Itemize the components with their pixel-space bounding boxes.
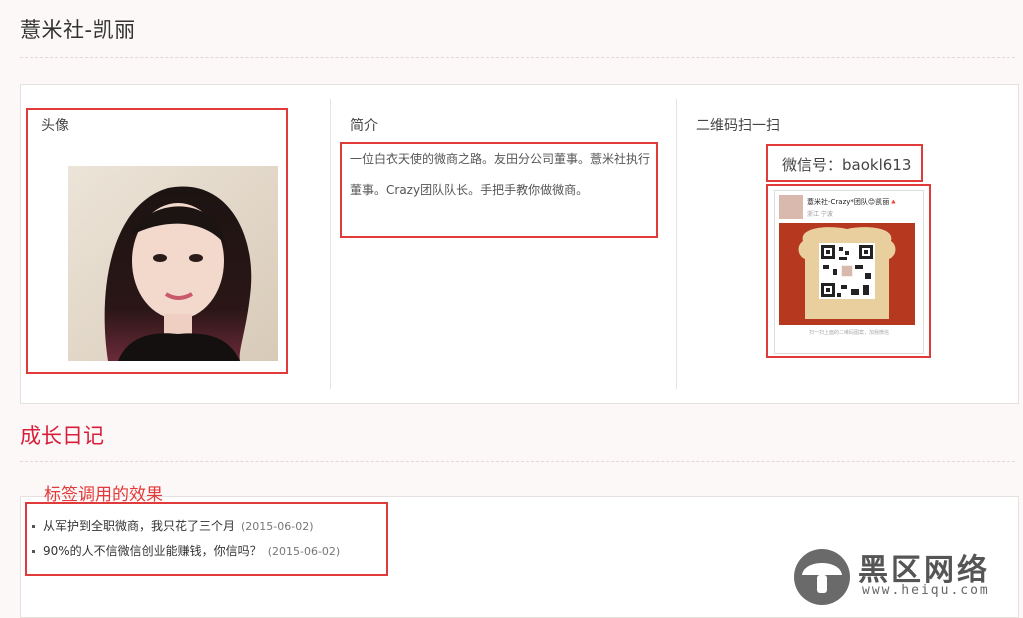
- diary-highlight-frame: [25, 502, 388, 576]
- diary-link[interactable]: 从军护到全职微商，我只花了三个月: [43, 519, 235, 533]
- list-item[interactable]: 90%的人不信微信创业能赚钱，你信吗？ (2015-06-02): [32, 542, 340, 559]
- diary-date: (2015-06-02): [267, 545, 341, 558]
- title-divider: [20, 57, 1015, 58]
- qr-card: 薏米社-Crazy*团队😊凯丽🔺 浙江 宁波 扫一扫上面的二维码图案，加我微信: [774, 190, 924, 354]
- qr-code-image: [798, 227, 896, 319]
- avatar: [68, 166, 278, 361]
- wechat-id: 微信号：baokl613: [782, 156, 912, 174]
- qr-card-caption: 扫一扫上面的二维码图案，加我微信: [808, 330, 889, 336]
- bullet-icon: [32, 525, 35, 528]
- diary-date: (2015-06-02): [241, 520, 314, 533]
- avatar-label: 头像: [41, 118, 69, 134]
- list-item[interactable]: 从军护到全职微商，我只花了三个月 (2015-06-02): [32, 517, 314, 534]
- intro-text: 一位白衣天使的微商之路。友田分公司董事。薏米社执行董事。Crazy团队队长。手把…: [350, 152, 651, 197]
- page-title: 薏米社-凯丽: [20, 18, 136, 42]
- qr-card-location: 浙江 宁波: [807, 211, 833, 218]
- qr-card-background: [779, 223, 915, 325]
- qr-label: 二维码扫一扫: [696, 118, 780, 134]
- section-title: 成长日记: [20, 424, 104, 448]
- qr-card-avatar: [779, 195, 803, 219]
- mushroom-logo-icon: [794, 549, 850, 605]
- watermark-url: www.heiqu.com: [862, 583, 990, 598]
- diary-link[interactable]: 90%的人不信微信创业能赚钱，你信吗？: [43, 544, 262, 558]
- qr-card-name: 薏米社-Crazy*团队😊凯丽🔺: [807, 198, 898, 206]
- column-divider: [676, 99, 677, 389]
- intro-label: 简介: [350, 118, 378, 134]
- column-divider: [330, 99, 331, 389]
- avatar-photo: [68, 166, 278, 361]
- section-divider: [20, 461, 1015, 462]
- bullet-icon: [32, 550, 35, 553]
